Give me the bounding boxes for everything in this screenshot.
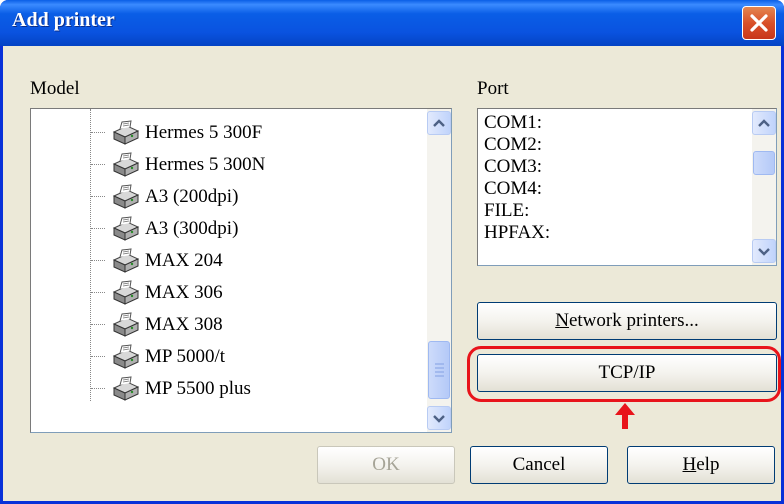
list-item-label: MAX 204 xyxy=(145,250,223,271)
list-item[interactable]: MAX 308 xyxy=(109,310,223,340)
list-item[interactable]: Hermes 5 300F xyxy=(109,118,262,148)
port-label: Port xyxy=(477,78,509,99)
printer-icon xyxy=(112,248,140,273)
tree-connector xyxy=(91,260,105,261)
printer-icon xyxy=(112,344,140,369)
tree-connector xyxy=(91,356,105,357)
list-item[interactable]: MAX 204 xyxy=(109,246,223,276)
scroll-thumb[interactable] xyxy=(753,151,775,175)
scroll-thumb[interactable] xyxy=(428,341,450,399)
close-icon xyxy=(750,14,768,32)
list-item[interactable]: COM1: xyxy=(484,112,542,133)
list-item[interactable]: HPFAX: xyxy=(484,222,550,243)
list-item-label: A3 (200dpi) xyxy=(145,186,239,207)
ok-button[interactable]: OK xyxy=(317,446,455,484)
printer-icon xyxy=(112,120,140,145)
close-button[interactable] xyxy=(742,6,776,40)
list-item-label: Hermes 5 300F xyxy=(145,122,263,143)
tree-connector xyxy=(91,132,105,133)
scroll-down-button[interactable] xyxy=(427,406,451,430)
red-up-arrow-icon xyxy=(615,403,635,429)
printer-icon xyxy=(112,312,140,337)
tree-connector xyxy=(91,292,105,293)
grip-icon xyxy=(435,363,444,377)
list-item-label: MP 5500 plus xyxy=(145,378,251,399)
list-item-label: Hermes 5 300N xyxy=(145,154,266,175)
tree-connector xyxy=(90,109,91,401)
tree-connector xyxy=(91,164,105,165)
chevron-down-icon xyxy=(758,248,770,256)
help-button[interactable]: Help xyxy=(627,446,775,484)
printer-icon xyxy=(112,280,140,305)
list-item[interactable]: MP 5500 plus xyxy=(109,374,251,404)
tree-connector xyxy=(91,228,105,229)
list-item-label: A3 (300dpi) xyxy=(145,218,239,239)
cancel-button[interactable]: Cancel xyxy=(470,446,608,484)
button-label: OK xyxy=(372,454,400,475)
chevron-up-icon xyxy=(433,119,445,127)
list-item[interactable]: FILE: xyxy=(484,200,529,221)
mnemonic: N xyxy=(555,310,569,331)
tree-connector xyxy=(91,388,105,389)
printer-icon xyxy=(112,216,140,241)
list-item[interactable]: COM2: xyxy=(484,134,542,155)
button-label: etwork printers... xyxy=(568,310,699,331)
add-printer-dialog: Add printer Model Hermes 5 300F Hermes 5 … xyxy=(0,0,784,504)
port-list[interactable]: COM1: COM2: COM3: COM4: FILE: HPFAX: xyxy=(477,108,777,266)
dialog-title: Add printer xyxy=(12,9,115,31)
model-label: Model xyxy=(30,78,80,99)
scroll-down-button[interactable] xyxy=(752,239,776,263)
list-item[interactable]: Hermes 5 300N xyxy=(109,150,265,180)
printer-icon xyxy=(112,152,140,177)
list-item[interactable]: A3 (200dpi) xyxy=(109,182,238,212)
scroll-up-button[interactable] xyxy=(427,111,451,135)
tree-connector xyxy=(91,196,105,197)
list-item-label: MAX 308 xyxy=(145,314,223,335)
scroll-up-button[interactable] xyxy=(752,111,776,135)
list-item[interactable]: A3 (300dpi) xyxy=(109,214,238,244)
printer-icon xyxy=(112,376,140,401)
network-printers-button[interactable]: Network printers... xyxy=(477,302,777,340)
list-item[interactable]: MAX 306 xyxy=(109,278,223,308)
chevron-up-icon xyxy=(758,119,770,127)
tree-connector xyxy=(91,324,105,325)
title-bar[interactable]: Add printer xyxy=(0,0,784,46)
list-item-label: MP 5000/t xyxy=(145,346,226,367)
chevron-down-icon xyxy=(433,415,445,423)
list-item[interactable]: MP 5000/t xyxy=(109,342,225,372)
list-item-label: MAX 306 xyxy=(145,282,223,303)
model-list[interactable]: Hermes 5 300F Hermes 5 300N A3 (200dpi) A3 … xyxy=(30,108,452,433)
model-scrollbar[interactable] xyxy=(427,109,451,432)
mnemonic: H xyxy=(682,454,697,475)
annotation-highlight xyxy=(467,346,781,402)
list-item[interactable]: COM4: xyxy=(484,178,542,199)
button-label: Cancel xyxy=(512,454,566,475)
button-label: elp xyxy=(696,454,720,475)
list-item[interactable]: COM3: xyxy=(484,156,542,177)
port-scrollbar[interactable] xyxy=(752,109,776,265)
printer-icon xyxy=(112,184,140,209)
